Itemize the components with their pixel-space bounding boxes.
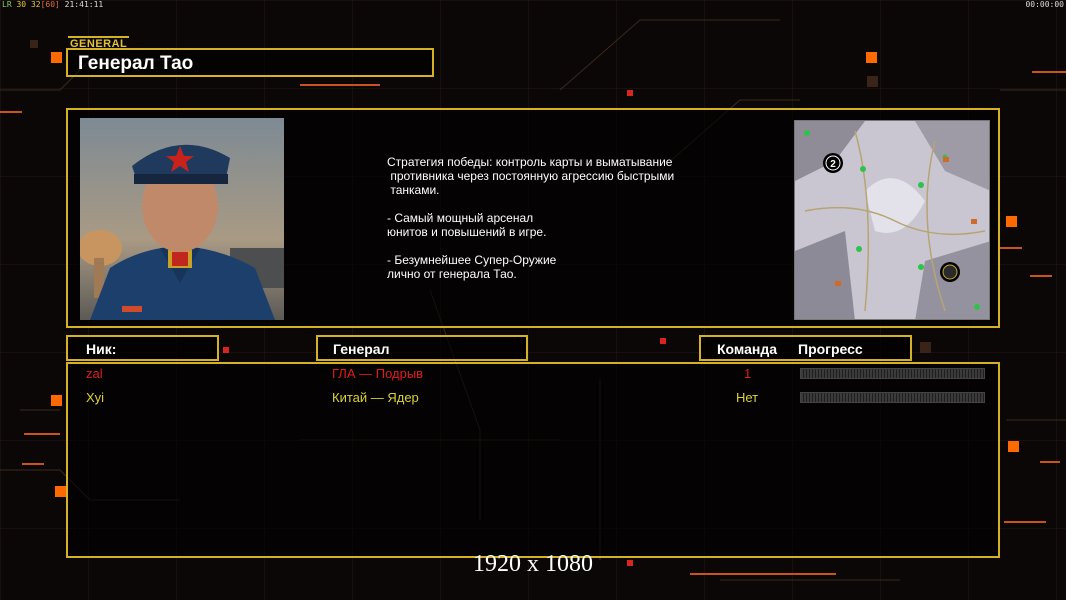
general-description: Стратегия победы: контроль карты и вымат… [387, 155, 675, 281]
minimap[interactable]: 2 [794, 120, 990, 320]
player-nick: zal [86, 366, 103, 381]
player-team: Нет [736, 390, 759, 405]
general-title-box: Генерал Тао [66, 48, 434, 77]
general-name: Генерал Тао [78, 53, 194, 74]
player-progress-bar [800, 392, 985, 403]
player-progress-bar [800, 368, 985, 379]
player-row: Xyi Китай — Ядер Нет [0, 388, 1066, 408]
clock: 21:41:11 [64, 0, 104, 9]
game-timer: 00:00:00 [1025, 0, 1064, 9]
start-position-marker: 2 [830, 159, 836, 170]
resolution-label: 1920 x 1080 [473, 551, 593, 577]
player-nick: Xyi [86, 390, 105, 405]
column-header-progress: Прогресс [798, 341, 863, 357]
column-header-general: Генерал [316, 335, 528, 361]
general-portrait [80, 118, 284, 320]
column-header-team-progress: Команда Прогресс [699, 335, 912, 361]
column-header-nick: Ник: [66, 335, 219, 361]
player-row: zal ГЛА — Подрыв 1 [0, 364, 1066, 384]
fps-counter: LR 30 32[60] 21:41:11 [2, 0, 104, 9]
player-general: Китай — Ядер [332, 390, 419, 405]
player-general: ГЛА — Подрыв [332, 366, 424, 381]
player-team: 1 [744, 366, 752, 381]
column-header-team: Команда [717, 341, 777, 357]
